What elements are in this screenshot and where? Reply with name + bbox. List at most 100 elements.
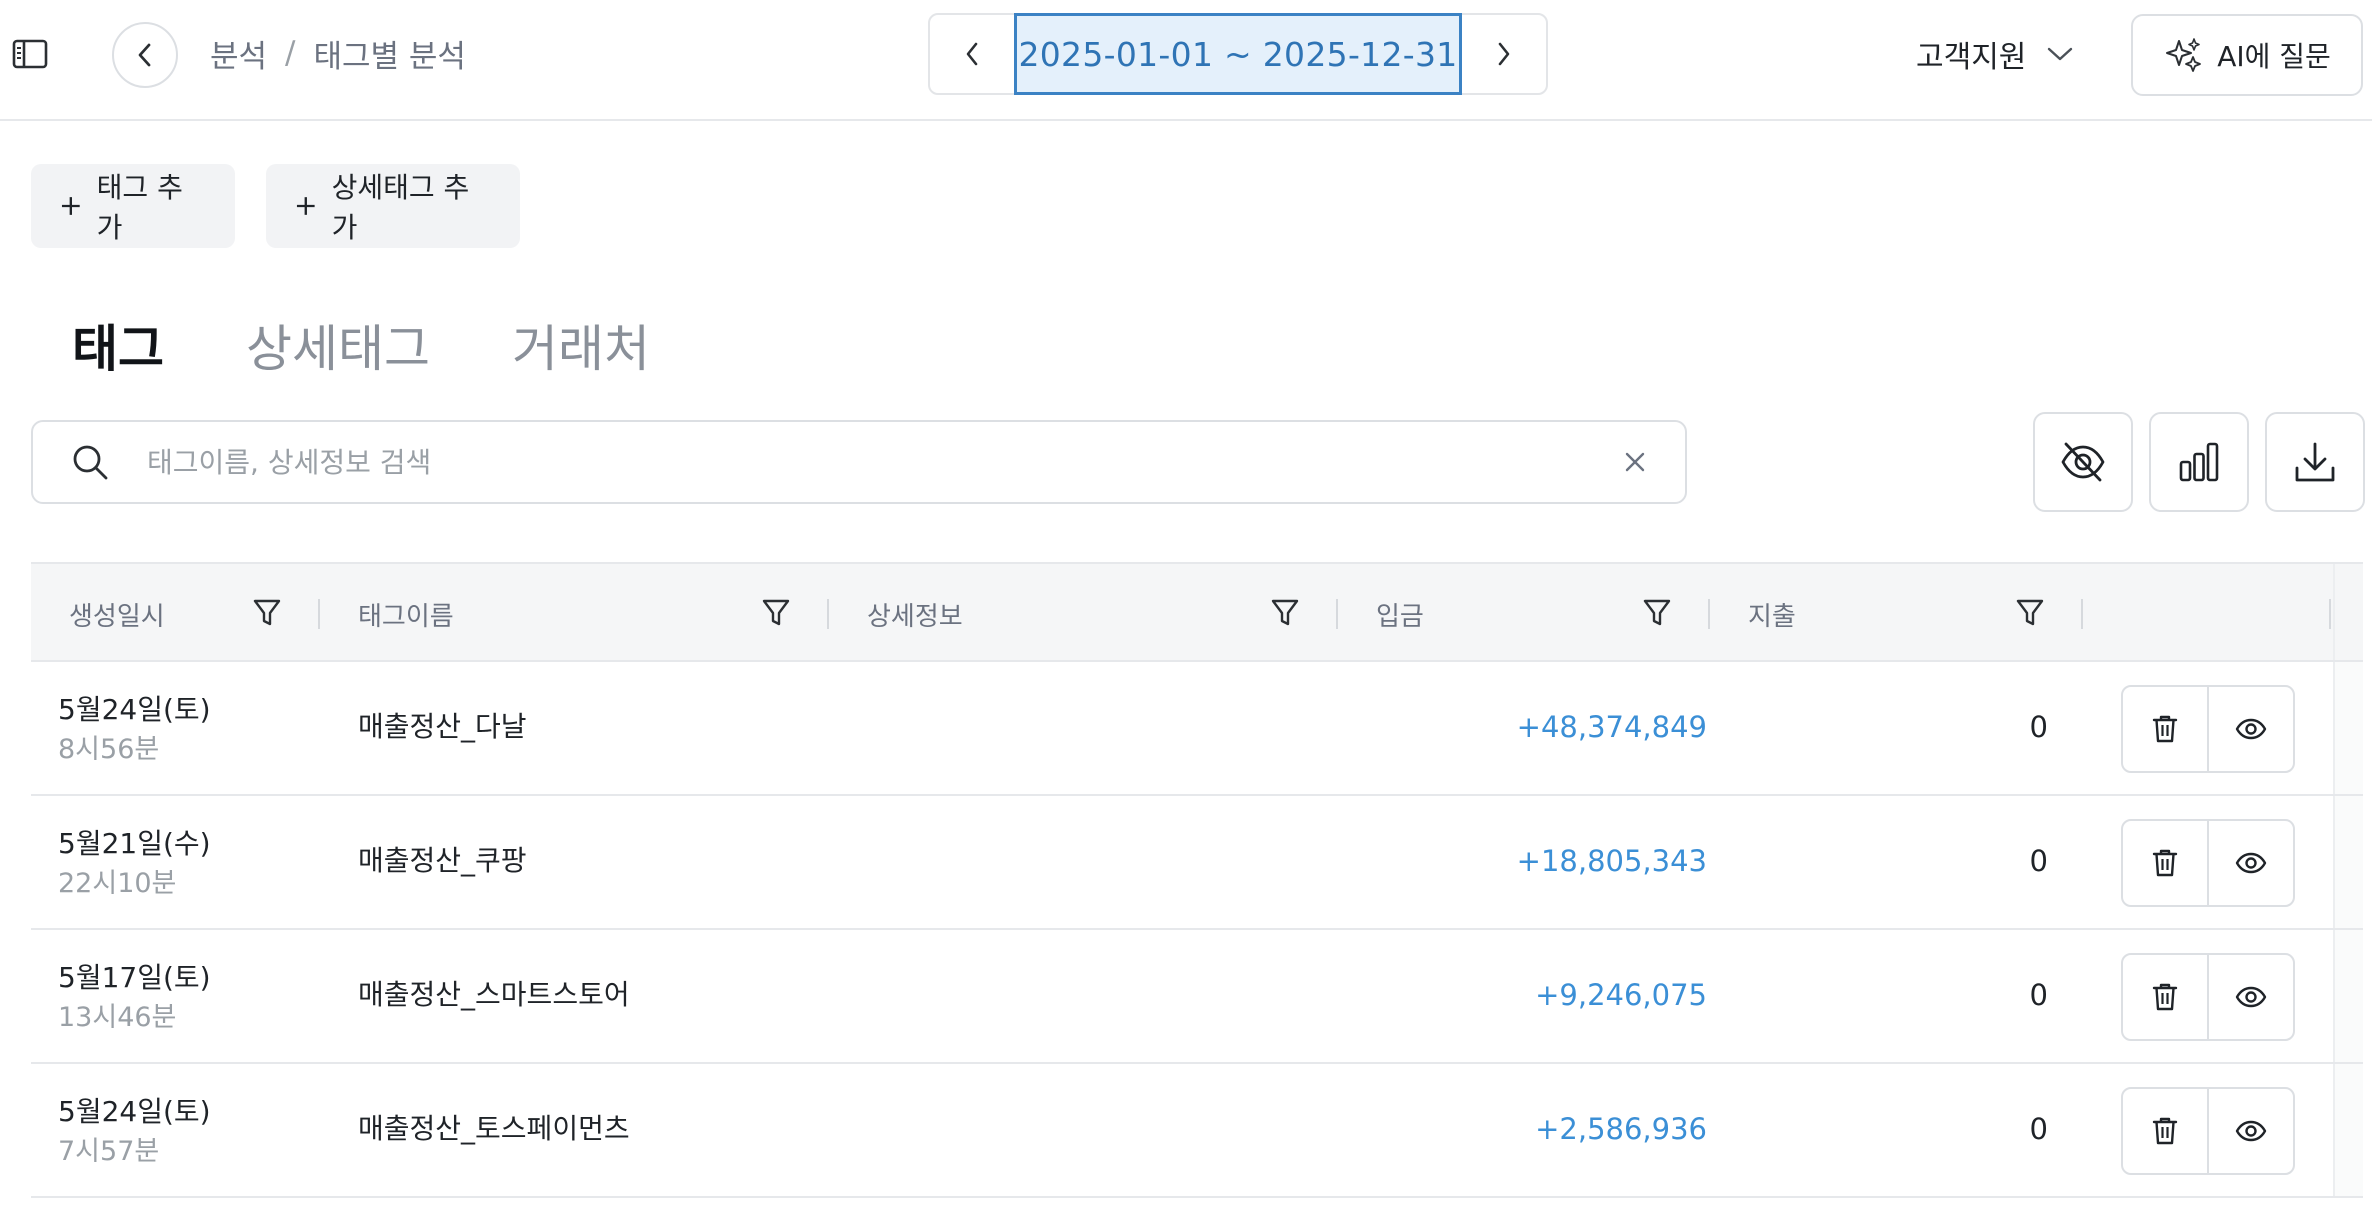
download-button[interactable] (2265, 412, 2365, 512)
row-time: 8시56분 (58, 734, 160, 765)
view-tabs: 태그 상세태그 거래처 (72, 308, 650, 382)
chevron-down-icon (2048, 47, 2073, 61)
column-divider[interactable] (2329, 599, 2331, 629)
customer-support-label: 고객지원 (1916, 40, 2027, 75)
delete-button[interactable] (2123, 687, 2207, 771)
add-subtag-button[interactable]: 상세태그 추가 (266, 164, 520, 248)
trash-icon (2152, 715, 2178, 743)
row-deposit: +2,586,936 (1535, 1112, 1707, 1146)
row-tag-name: 매출정산_쿠팡 (358, 844, 527, 877)
scrollbar-track[interactable] (2333, 662, 2363, 794)
ask-ai-button[interactable]: AI에 질문 (2131, 14, 2363, 96)
row-deposit: +9,246,075 (1535, 978, 1707, 1012)
delete-button[interactable] (2123, 1089, 2207, 1173)
row-tag-name: 매출정산_토스페이먼츠 (358, 1112, 630, 1145)
breadcrumb-item-analysis[interactable]: 분석 (210, 31, 267, 76)
plus-icon (296, 197, 315, 215)
eye-icon (2235, 1120, 2267, 1142)
eye-icon (2235, 718, 2267, 740)
trash-icon (2152, 1117, 2178, 1145)
table-row[interactable]: 5월21일(수) 22시10분 매출정산_쿠팡 +18,805,343 0 (31, 796, 2363, 930)
ask-ai-label: AI에 질문 (2217, 40, 2331, 73)
filter-icon[interactable] (762, 598, 790, 635)
row-actions (2121, 685, 2295, 773)
download-icon (2295, 442, 2335, 482)
row-withdrawal: 0 (2029, 978, 2048, 1012)
row-date: 5월21일(수) (58, 827, 211, 860)
trash-icon (2152, 983, 2178, 1011)
column-divider[interactable] (827, 599, 829, 629)
sparkles-icon (2166, 38, 2202, 72)
row-date: 5월24일(토) (58, 1095, 211, 1128)
clear-search-icon[interactable] (1585, 451, 1685, 473)
filter-icon[interactable] (1643, 598, 1671, 635)
delete-button[interactable] (2123, 821, 2207, 905)
breadcrumb: 분석 / 태그별 분석 (210, 30, 466, 76)
filter-icon[interactable] (2016, 598, 2044, 635)
column-label: 입금 (1376, 601, 1424, 632)
chevron-left-icon (966, 42, 978, 66)
toggle-hidden-button[interactable] (2033, 412, 2133, 512)
row-withdrawal: 0 (2029, 710, 2048, 744)
bar-chart-icon (2179, 442, 2219, 482)
row-time: 22시10분 (58, 868, 177, 899)
tab-counterparty[interactable]: 거래처 (512, 309, 650, 381)
breadcrumb-item-tag-analysis: 태그별 분석 (313, 38, 466, 75)
table-row[interactable]: 5월24일(토) 8시56분 매출정산_다날 +48,374,849 0 (31, 662, 2363, 796)
view-button[interactable] (2207, 955, 2293, 1039)
scrollbar-track[interactable] (2333, 1064, 2363, 1196)
back-button[interactable] (112, 22, 178, 88)
breadcrumb-separator: / (285, 35, 296, 71)
column-label: 태그이름 (358, 601, 454, 632)
column-header-created: 생성일시 (69, 564, 165, 664)
column-divider[interactable] (1336, 599, 1338, 629)
column-label: 지출 (1748, 601, 1796, 632)
sidebar-toggle-icon[interactable] (8, 34, 52, 74)
row-actions (2121, 1087, 2295, 1175)
chart-view-button[interactable] (2149, 412, 2249, 512)
add-subtag-label: 상세태그 추가 (331, 171, 470, 244)
column-divider[interactable] (1708, 599, 1710, 629)
column-divider[interactable] (2081, 599, 2083, 629)
row-date: 5월24일(토) (58, 693, 211, 726)
table-row[interactable]: 5월17일(토) 13시46분 매출정산_스마트스토어 +9,246,075 0 (31, 930, 2363, 1064)
add-tag-button[interactable]: 태그 추가 (31, 164, 235, 248)
date-range-picker[interactable]: 2025-01-01 ~ 2025-12-31 (1014, 13, 1462, 95)
add-tag-label: 태그 추가 (96, 171, 183, 244)
column-header-tag-name: 태그이름 (358, 564, 454, 664)
row-time: 7시57분 (58, 1136, 160, 1167)
eye-icon (2235, 986, 2267, 1008)
delete-button[interactable] (2123, 955, 2207, 1039)
table-row[interactable]: 5월24일(토) 7시57분 매출정산_토스페이먼츠 +2,586,936 0 (31, 1064, 2363, 1198)
scrollbar-track[interactable] (2333, 796, 2363, 928)
row-deposit: +48,374,849 (1516, 710, 1707, 744)
row-time: 13시46분 (58, 1002, 177, 1033)
view-button[interactable] (2207, 1089, 2293, 1173)
row-withdrawal: 0 (2029, 844, 2048, 878)
row-deposit: +18,805,343 (1516, 844, 1707, 878)
prev-period-button[interactable] (930, 15, 1014, 93)
scrollbar-track[interactable] (2333, 930, 2363, 1062)
chevron-right-icon (1498, 42, 1510, 66)
plus-icon (61, 197, 80, 215)
eye-off-icon (2061, 442, 2105, 482)
filter-icon[interactable] (253, 598, 281, 635)
view-button[interactable] (2207, 821, 2293, 905)
tab-tag[interactable]: 태그 (72, 309, 164, 381)
column-header-deposit: 입금 (1376, 564, 1424, 664)
view-button[interactable] (2207, 687, 2293, 771)
scrollbar-track[interactable] (2333, 564, 2363, 660)
column-divider[interactable] (318, 599, 320, 629)
next-period-button[interactable] (1462, 15, 1546, 93)
row-withdrawal: 0 (2029, 1112, 2048, 1146)
search-input[interactable] (147, 445, 1585, 479)
filter-icon[interactable] (1271, 598, 1299, 635)
table-header: 생성일시 태그이름 상세정보 입금 지출 (31, 562, 2363, 662)
row-tag-name: 매출정산_스마트스토어 (358, 978, 630, 1011)
customer-support-menu[interactable]: 고객지원 (1916, 28, 2074, 80)
row-date: 5월17일(토) (58, 961, 211, 994)
tab-subtag[interactable]: 상세태그 (246, 309, 430, 381)
date-range-navigator: 2025-01-01 ~ 2025-12-31 (928, 13, 1548, 95)
row-actions (2121, 819, 2295, 907)
column-header-detail: 상세정보 (867, 564, 963, 664)
